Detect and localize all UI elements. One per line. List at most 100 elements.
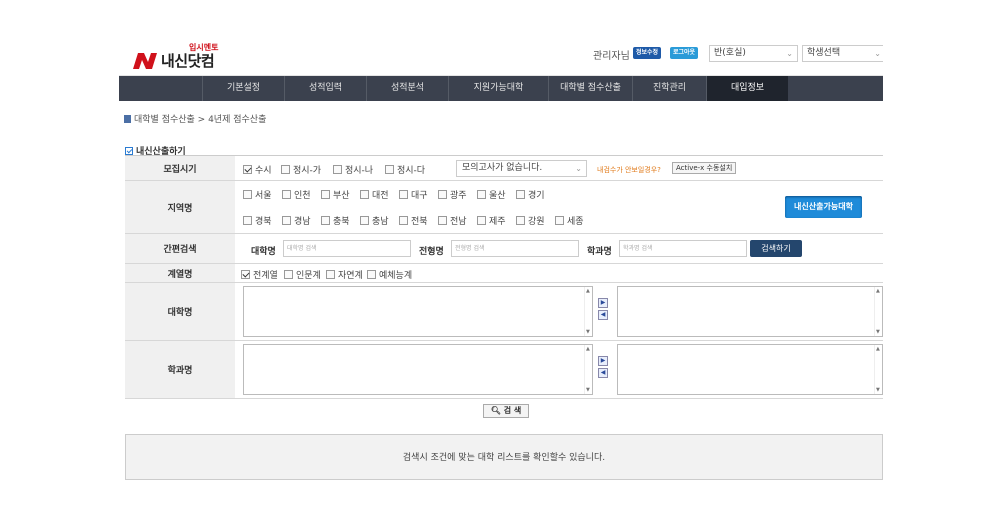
checkbox[interactable] bbox=[321, 190, 330, 199]
nav-basic-settings[interactable]: 기본설정 bbox=[202, 76, 284, 101]
checkbox[interactable] bbox=[243, 165, 252, 174]
region-row: 지역명 서울 인천 부산 대전 대구 광주 울산 경기 경북 경남 충북 충남 … bbox=[125, 181, 883, 234]
app-frame: 입시멘토 내신닷컴 관리자님 정보수정 로그아웃 반(호실) ⌄ 학생선택 ⌄ … bbox=[119, 34, 883, 480]
checkbox[interactable] bbox=[333, 165, 342, 174]
region-jeonnam[interactable]: 전남 bbox=[438, 214, 467, 227]
university-selected-list[interactable]: ▲ ▼ bbox=[617, 286, 883, 337]
university-source-list[interactable]: ▲ ▼ bbox=[243, 286, 593, 337]
checkbox[interactable] bbox=[516, 190, 525, 199]
search-icon: 🔍︎ bbox=[490, 406, 501, 415]
region-chungbuk[interactable]: 충북 bbox=[321, 214, 350, 227]
scroll-down-icon[interactable]: ▼ bbox=[586, 329, 590, 335]
scroll-up-icon[interactable]: ▲ bbox=[586, 346, 590, 352]
checkbox[interactable] bbox=[321, 216, 330, 225]
logo[interactable]: 입시멘토 내신닷컴 bbox=[133, 42, 243, 72]
admission-type-input[interactable]: 전형명 검색 bbox=[451, 240, 579, 257]
checkbox[interactable] bbox=[438, 190, 447, 199]
main-search-button[interactable]: 🔍︎ 검 색 bbox=[483, 404, 529, 418]
track-all[interactable]: 전계열 bbox=[241, 268, 278, 281]
region-gangwon[interactable]: 강원 bbox=[516, 214, 545, 227]
checkbox[interactable] bbox=[555, 216, 564, 225]
nav-score-calc[interactable]: 대학별 점수산출 bbox=[548, 76, 632, 101]
checkbox[interactable] bbox=[326, 270, 335, 279]
track-arts-sports[interactable]: 예체능계 bbox=[367, 268, 412, 281]
logout-button[interactable]: 로그아웃 bbox=[670, 47, 699, 59]
scrollbar[interactable]: ▲ ▼ bbox=[874, 287, 882, 336]
checkbox[interactable] bbox=[360, 190, 369, 199]
scroll-up-icon[interactable]: ▲ bbox=[876, 346, 880, 352]
checkbox[interactable] bbox=[477, 190, 486, 199]
move-right-icon[interactable]: ▶ bbox=[598, 356, 608, 366]
checkbox[interactable] bbox=[399, 216, 408, 225]
checkbox[interactable] bbox=[243, 216, 252, 225]
checkbox[interactable] bbox=[284, 270, 293, 279]
quick-search-label: 간편검색 bbox=[125, 234, 235, 263]
univ-name-input[interactable]: 대학명 검색 bbox=[283, 240, 411, 257]
recruit-option-jeongsi-ga[interactable]: 정시-가 bbox=[281, 163, 321, 176]
checkbox[interactable] bbox=[282, 216, 291, 225]
top-bar: 입시멘토 내신닷컴 관리자님 정보수정 로그아웃 반(호실) ⌄ 학생선택 ⌄ bbox=[119, 34, 883, 76]
breadcrumb-text: 대학별 점수산출 > 4년제 점수산출 bbox=[134, 115, 267, 125]
edit-info-button[interactable]: 정보수정 bbox=[633, 47, 662, 59]
region-gyeonggi[interactable]: 경기 bbox=[516, 188, 545, 201]
scroll-up-icon[interactable]: ▲ bbox=[586, 288, 590, 294]
recruit-row: 모집시기 수시 정시-가 정시-나 정시-다 모의고사가 없습니다. ⌄ 내검수… bbox=[125, 156, 883, 181]
checkbox[interactable] bbox=[241, 270, 250, 279]
checkbox[interactable] bbox=[367, 270, 376, 279]
track-sciences[interactable]: 자연계 bbox=[326, 268, 363, 281]
move-right-icon[interactable]: ▶ bbox=[598, 298, 608, 308]
checkbox[interactable] bbox=[516, 216, 525, 225]
region-busan[interactable]: 부산 bbox=[321, 188, 350, 201]
univ-name-label: 대학명 bbox=[251, 247, 276, 257]
nav-admission-info[interactable]: 대입정보 bbox=[706, 76, 788, 101]
recruit-option-jeongsi-da[interactable]: 정시-다 bbox=[385, 163, 425, 176]
track-humanities[interactable]: 인문계 bbox=[284, 268, 321, 281]
region-daejeon[interactable]: 대전 bbox=[360, 188, 389, 201]
region-jeonbuk[interactable]: 전북 bbox=[399, 214, 428, 227]
nav-grade-input[interactable]: 성적입력 bbox=[284, 76, 366, 101]
checkbox[interactable] bbox=[438, 216, 447, 225]
move-left-icon[interactable]: ◀ bbox=[598, 310, 608, 320]
quick-search-button[interactable]: 검색하기 bbox=[750, 240, 802, 257]
checkbox[interactable] bbox=[243, 190, 252, 199]
region-seoul[interactable]: 서울 bbox=[243, 188, 272, 201]
department-input[interactable]: 학과명 검색 bbox=[619, 240, 747, 257]
scroll-up-icon[interactable]: ▲ bbox=[876, 288, 880, 294]
checkbox[interactable] bbox=[282, 190, 291, 199]
scrollbar[interactable]: ▲ ▼ bbox=[584, 287, 592, 336]
nav-eligible-universities[interactable]: 지원가능대학 bbox=[448, 76, 548, 101]
student-select[interactable]: 학생선택 ⌄ bbox=[802, 45, 883, 62]
department-source-list[interactable]: ▲ ▼ bbox=[243, 344, 593, 395]
region-daegu[interactable]: 대구 bbox=[399, 188, 428, 201]
nav-grade-analysis[interactable]: 성적분석 bbox=[366, 76, 448, 101]
mock-exam-select[interactable]: 모의고사가 없습니다. ⌄ bbox=[456, 160, 587, 177]
region-gyeongbuk[interactable]: 경북 bbox=[243, 214, 272, 227]
class-select[interactable]: 반(호실) ⌄ bbox=[709, 45, 798, 62]
checkbox[interactable] bbox=[399, 190, 408, 199]
department-selected-list[interactable]: ▲ ▼ bbox=[617, 344, 883, 395]
region-ulsan[interactable]: 울산 bbox=[477, 188, 506, 201]
checkbox[interactable] bbox=[360, 216, 369, 225]
department-row: 학과명 ▲ ▼ ▶ ◀ ▲ ▼ bbox=[125, 341, 883, 399]
student-select-value: 학생선택 bbox=[807, 48, 841, 58]
nav-admission-mgmt[interactable]: 진학관리 bbox=[632, 76, 706, 101]
recruit-option-jeongsi-na[interactable]: 정시-나 bbox=[333, 163, 373, 176]
region-jeju[interactable]: 제주 bbox=[477, 214, 506, 227]
move-left-icon[interactable]: ◀ bbox=[598, 368, 608, 378]
scroll-down-icon[interactable]: ▼ bbox=[586, 387, 590, 393]
scrollbar[interactable]: ▲ ▼ bbox=[874, 345, 882, 394]
checkbox[interactable] bbox=[281, 165, 290, 174]
region-sejong[interactable]: 세종 bbox=[555, 214, 584, 227]
checkbox[interactable] bbox=[385, 165, 394, 174]
region-gyeongnam[interactable]: 경남 bbox=[282, 214, 311, 227]
checkbox[interactable] bbox=[477, 216, 486, 225]
scroll-down-icon[interactable]: ▼ bbox=[876, 329, 880, 335]
recruit-option-susi[interactable]: 수시 bbox=[243, 163, 272, 176]
scrollbar[interactable]: ▲ ▼ bbox=[584, 345, 592, 394]
region-chungnam[interactable]: 충남 bbox=[360, 214, 389, 227]
eligible-universities-button[interactable]: 내신산출가능대학 bbox=[785, 196, 862, 218]
activex-install-button[interactable]: Active-x 수동설치 bbox=[672, 162, 737, 174]
scroll-down-icon[interactable]: ▼ bbox=[876, 387, 880, 393]
region-gwangju[interactable]: 광주 bbox=[438, 188, 467, 201]
region-incheon[interactable]: 인천 bbox=[282, 188, 311, 201]
